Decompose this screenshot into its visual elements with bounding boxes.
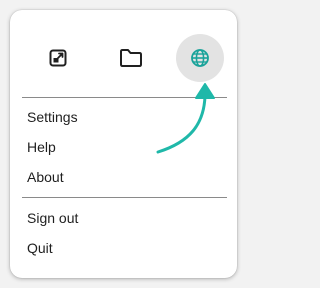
icon-toolbar	[10, 10, 237, 100]
popup-menu: Settings Help About Sign out Quit	[10, 10, 237, 278]
open-in-window-icon	[49, 49, 67, 67]
globe-button[interactable]	[176, 34, 224, 82]
folder-button[interactable]	[107, 34, 155, 82]
menu-item-help[interactable]: Help	[27, 137, 56, 157]
menu-divider	[22, 97, 227, 98]
menu-item-quit[interactable]: Quit	[27, 238, 53, 258]
menu-item-settings[interactable]: Settings	[27, 107, 78, 127]
menu-item-sign-out[interactable]: Sign out	[27, 208, 78, 228]
globe-icon	[191, 49, 209, 67]
menu-divider	[22, 197, 227, 198]
open-in-window-button[interactable]	[34, 34, 82, 82]
menu-item-about[interactable]: About	[27, 167, 64, 187]
folder-icon	[120, 49, 142, 67]
